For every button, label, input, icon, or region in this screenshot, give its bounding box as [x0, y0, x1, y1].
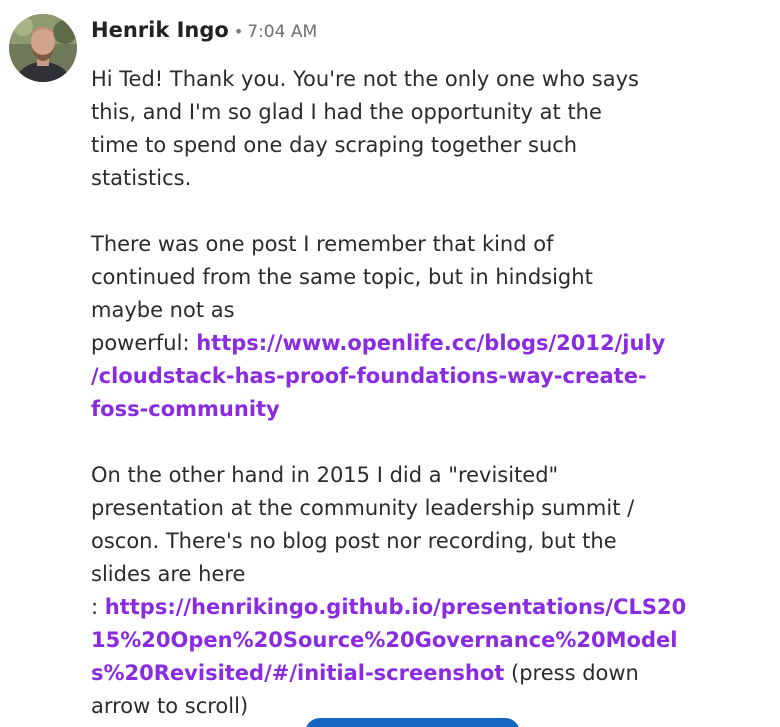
text-fragment: powerful:: [91, 331, 197, 355]
text-fragment: (press down: [504, 661, 639, 685]
text-line: Hi Ted! Thank you. You're not the only o…: [91, 67, 639, 91]
text-fragment: :: [91, 595, 105, 619]
text-line: oscon. There's no blog post nor recordin…: [91, 529, 617, 553]
text-line: maybe not as: [91, 298, 235, 322]
text-line: There was one post I remember that kind …: [91, 232, 554, 256]
text-line: arrow to scroll): [91, 694, 249, 718]
link-line: foss-community: [91, 397, 280, 421]
text-line: time to spend one day scraping together …: [91, 133, 578, 157]
link-line: /cloudstack-has-proof-foundations-way-cr…: [91, 364, 647, 388]
text-line: continued from the same topic, but in hi…: [91, 265, 593, 289]
link-line: s%20Revisited/#/initial-screenshot: [91, 661, 505, 685]
comment-header: Henrik Ingo • 7:04 AM: [91, 18, 317, 48]
separator-dot: •: [233, 22, 244, 41]
author-name[interactable]: Henrik Ingo: [91, 18, 229, 42]
comment-timestamp: 7:04 AM: [247, 22, 318, 42]
text-line: statistics.: [91, 166, 192, 190]
link-line: 15%20Open%20Source%20Governance%20Model: [91, 628, 678, 652]
link-line: https://www.openlife.cc/blogs/2012/july: [196, 331, 666, 355]
comment-body: Hi Ted! Thank you. You're not the only o…: [91, 63, 691, 723]
paragraph-3: On the other hand in 2015 I did a "revis…: [91, 459, 691, 723]
text-line: presentation at the community leadership…: [91, 496, 635, 520]
text-line: this, and I'm so glad I had the opportun…: [91, 100, 602, 124]
text-line: On the other hand in 2015 I did a "revis…: [91, 463, 559, 487]
link-line: https://henrikingo.github.io/presentatio…: [104, 595, 687, 619]
paragraph-2: There was one post I remember that kind …: [91, 228, 691, 426]
paragraph-1: Hi Ted! Thank you. You're not the only o…: [91, 63, 691, 195]
text-line: slides are here: [91, 562, 246, 586]
author-avatar[interactable]: [9, 14, 77, 82]
person-avatar-icon: [9, 14, 77, 82]
partially-visible-button[interactable]: [305, 718, 520, 727]
